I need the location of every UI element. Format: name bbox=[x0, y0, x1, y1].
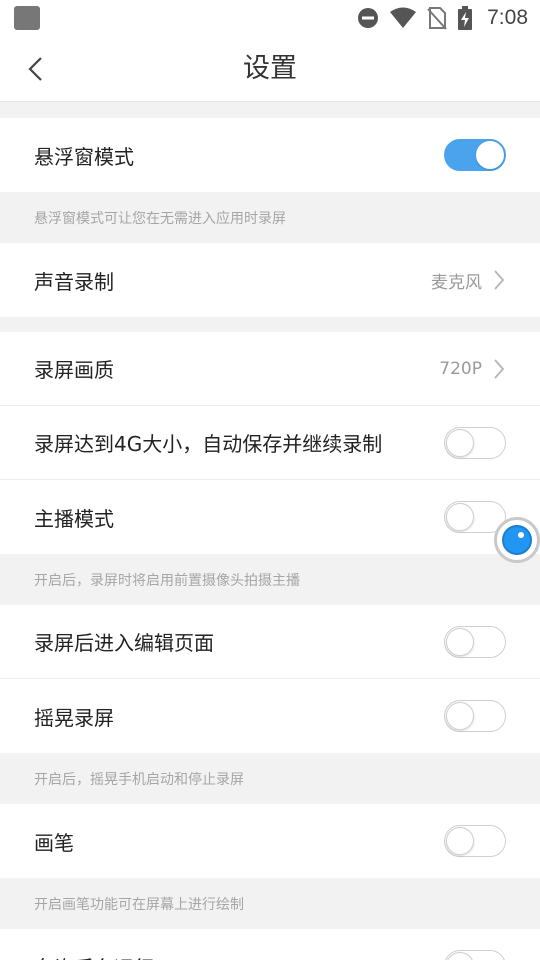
floating-record-button[interactable] bbox=[494, 517, 540, 563]
toggle-knob bbox=[446, 503, 474, 531]
setting-anchor-mode: 主播模式 bbox=[0, 480, 540, 554]
chevron-right-icon bbox=[494, 270, 504, 290]
toggle-knob bbox=[476, 141, 504, 169]
setting-shake-record: 摇晃录屏 bbox=[0, 679, 540, 753]
shake-record-hint: 开启后，摇晃手机启动和停止录屏 bbox=[0, 753, 540, 804]
setting-audio-record[interactable]: 声音录制 麦克风 bbox=[0, 243, 540, 317]
toggle-knob bbox=[446, 952, 474, 960]
shake-record-toggle[interactable] bbox=[444, 700, 506, 732]
toggle-knob bbox=[446, 428, 474, 457]
section-gap bbox=[0, 317, 540, 332]
status-icons: 7:08 bbox=[357, 0, 528, 36]
clock: 7:08 bbox=[487, 6, 528, 29]
battery-charging-icon bbox=[458, 6, 473, 30]
setting-value: 麦克风 bbox=[431, 272, 482, 293]
quality-selector[interactable]: 720P bbox=[439, 332, 504, 406]
setting-quality[interactable]: 录屏画质 720P bbox=[0, 332, 540, 406]
floating-window-hint: 悬浮窗模式可让您在无需进入应用时录屏 bbox=[0, 192, 540, 243]
header: 设置 bbox=[0, 36, 540, 102]
setting-label: 录屏达到4G大小，自动保存并继续录制 bbox=[34, 432, 383, 456]
no-sim-icon bbox=[427, 7, 447, 30]
setting-label: 画笔 bbox=[34, 830, 74, 855]
setting-label: 主播模式 bbox=[34, 506, 114, 531]
setting-label: 悬浮窗模式 bbox=[34, 144, 134, 169]
anchor-mode-hint: 开启后，录屏时将启用前置摄像头拍摄主播 bbox=[0, 554, 540, 605]
toggle-knob bbox=[446, 827, 474, 855]
brush-hint: 开启画笔功能可在屏幕上进行绘制 bbox=[0, 878, 540, 929]
edit-after-toggle[interactable] bbox=[444, 625, 506, 658]
setting-edit-after: 录屏后进入编辑页面 bbox=[0, 605, 540, 679]
dnd-icon bbox=[358, 8, 379, 28]
settings-list: 悬浮窗模式 悬浮窗模式可让您在无需进入应用时录屏 声音录制 麦克风 录屏画质 7… bbox=[0, 118, 540, 960]
toggle-knob bbox=[446, 627, 474, 656]
setting-value: 720P bbox=[439, 359, 482, 379]
floating-window-toggle[interactable] bbox=[444, 139, 506, 171]
setting-floating-window: 悬浮窗模式 bbox=[0, 118, 540, 192]
setting-background-run: 允许后台运行 bbox=[0, 929, 540, 960]
toggle-knob bbox=[446, 702, 474, 730]
setting-brush: 画笔 bbox=[0, 804, 540, 878]
setting-auto-save-4g: 录屏达到4G大小，自动保存并继续录制 bbox=[0, 406, 540, 480]
background-run-toggle[interactable] bbox=[444, 950, 506, 960]
status-bar: 7:08 bbox=[0, 0, 540, 36]
audio-record-selector[interactable]: 麦克风 bbox=[431, 243, 504, 317]
setting-label: 声音录制 bbox=[34, 269, 114, 294]
wifi-icon bbox=[390, 7, 417, 28]
chevron-right-icon bbox=[494, 359, 504, 379]
setting-label: 录屏后进入编辑页面 bbox=[34, 631, 214, 655]
setting-label: 允许后台运行 bbox=[34, 952, 154, 960]
camera-lens-icon bbox=[502, 525, 532, 555]
setting-label: 摇晃录屏 bbox=[34, 705, 114, 730]
brush-toggle[interactable] bbox=[444, 825, 506, 857]
auto-save-4g-toggle[interactable] bbox=[444, 426, 506, 459]
setting-label: 录屏画质 bbox=[34, 358, 114, 382]
page-title: 设置 bbox=[243, 53, 297, 84]
app-notification-icon bbox=[14, 6, 40, 30]
